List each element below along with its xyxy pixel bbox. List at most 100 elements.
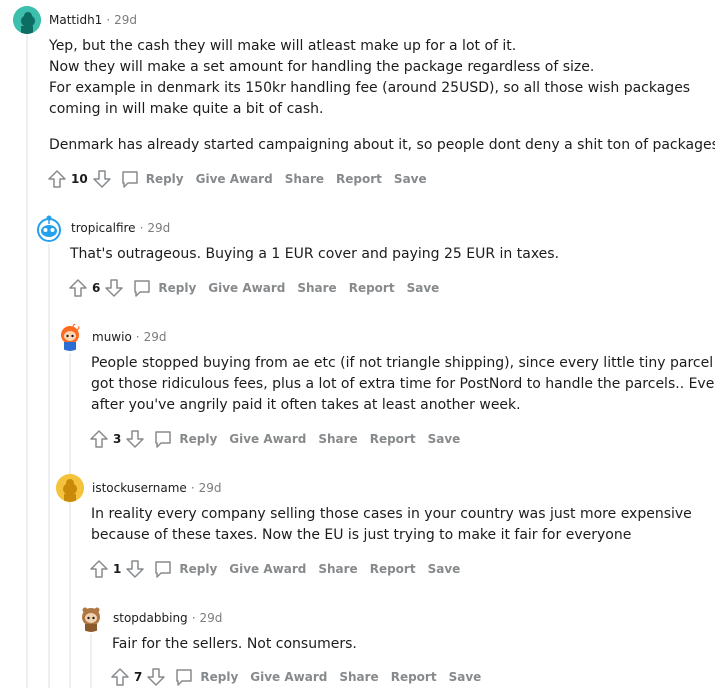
comment-author[interactable]: tropicalfire (71, 221, 136, 235)
vote-score: 6 (92, 281, 101, 295)
avatar[interactable] (35, 214, 63, 242)
comment-text-line: coming in will make quite a bit of cash. (49, 101, 324, 117)
comment-body: In reality every company selling those c… (91, 504, 692, 546)
avatar[interactable] (77, 604, 105, 632)
reply-label: Reply (179, 562, 218, 576)
save-button[interactable]: Save (428, 432, 461, 446)
downvote-icon[interactable] (92, 169, 112, 189)
comment-timestamp[interactable]: 29d (114, 13, 137, 27)
share-button[interactable]: Share (297, 281, 336, 295)
comment-actions: 3 Reply Give Award Share Report Save (89, 429, 460, 449)
comment-text-line: In reality every company selling those c… (91, 506, 692, 522)
avatar[interactable] (13, 6, 41, 34)
reply-button[interactable]: Reply (153, 429, 217, 449)
thread-line-level-3[interactable] (69, 504, 71, 688)
comment-actions: 1 Reply Give Award Share Report Save (89, 559, 460, 579)
comment-text-line: Yep, but the cash they will make will at… (49, 38, 517, 54)
thread-line-level-0[interactable] (26, 34, 28, 688)
comment-body: That's outrageous. Buying a 1 EUR cover … (70, 244, 559, 265)
reply-button[interactable]: Reply (120, 169, 184, 189)
vote-score: 1 (113, 562, 122, 576)
comment-timestamp[interactable]: 29d (200, 611, 223, 625)
comment-actions: 10 Reply Give Award Share Report Save (47, 169, 427, 189)
meta-separator: · (135, 330, 140, 344)
comment-timestamp[interactable]: 29d (199, 481, 222, 495)
upvote-icon[interactable] (89, 559, 109, 579)
reply-button[interactable]: Reply (174, 667, 238, 687)
give-award-button[interactable]: Give Award (229, 432, 306, 446)
speech-bubble-icon (132, 278, 152, 298)
comment-header: stopdabbing · 29d (77, 604, 222, 632)
speech-bubble-icon (174, 667, 194, 687)
give-award-button[interactable]: Give Award (196, 172, 273, 186)
comment-text-line: For example in denmark its 150kr handlin… (49, 80, 691, 96)
meta-separator: · (191, 611, 196, 625)
comment-text-line: Fair for the sellers. Not consumers. (112, 636, 357, 652)
report-button[interactable]: Report (370, 432, 416, 446)
report-button[interactable]: Report (370, 562, 416, 576)
reply-label: Reply (158, 281, 197, 295)
give-award-button[interactable]: Give Award (208, 281, 285, 295)
comment-header: tropicalfire · 29d (35, 214, 170, 242)
save-button[interactable]: Save (394, 172, 427, 186)
comment-body: People stopped buying from ae etc (if no… (91, 353, 715, 416)
comment-header: istockusername · 29d (56, 474, 222, 502)
comment-actions: 7 Reply Give Award Share Report Save (110, 667, 481, 687)
comment-author[interactable]: stopdabbing (113, 611, 188, 625)
meta-separator: · (106, 13, 111, 27)
downvote-icon[interactable] (104, 278, 124, 298)
share-button[interactable]: Share (318, 562, 357, 576)
comment-timestamp[interactable]: 29d (147, 221, 170, 235)
comment-header: muwio · 29d (56, 323, 167, 351)
report-button[interactable]: Report (349, 281, 395, 295)
vote-score: 10 (71, 172, 88, 186)
comment-text-line: after you've angrily paid it often takes… (91, 397, 521, 413)
comment-text-line: Now they will make a set amount for hand… (49, 59, 595, 75)
upvote-icon[interactable] (68, 278, 88, 298)
comment-text-line: People stopped buying from ae etc (if no… (91, 355, 714, 371)
save-button[interactable]: Save (449, 670, 482, 684)
comment-author[interactable]: istockusername (92, 481, 187, 495)
reply-label: Reply (179, 432, 218, 446)
upvote-icon[interactable] (110, 667, 130, 687)
save-button[interactable]: Save (428, 562, 461, 576)
upvote-icon[interactable] (89, 429, 109, 449)
speech-bubble-icon (153, 429, 173, 449)
vote-score: 7 (134, 670, 143, 684)
comment-actions: 6 Reply Give Award Share Report Save (68, 278, 439, 298)
upvote-icon[interactable] (47, 169, 67, 189)
comment-body: Fair for the sellers. Not consumers. (112, 634, 357, 655)
comment-text-line: got those ridiculous fees, plus a lot of… (91, 376, 715, 392)
thread-line-level-1[interactable] (48, 244, 50, 688)
thread-line-level-4[interactable] (90, 634, 92, 688)
save-button[interactable]: Save (407, 281, 440, 295)
vote-score: 3 (113, 432, 122, 446)
avatar[interactable] (56, 474, 84, 502)
reply-label: Reply (200, 670, 239, 684)
comment-author[interactable]: Mattidh1 (49, 13, 102, 27)
downvote-icon[interactable] (125, 429, 145, 449)
speech-bubble-icon (153, 559, 173, 579)
report-button[interactable]: Report (391, 670, 437, 684)
avatar[interactable] (56, 323, 84, 351)
reply-button[interactable]: Reply (132, 278, 196, 298)
speech-bubble-icon (120, 169, 140, 189)
give-award-button[interactable]: Give Award (250, 670, 327, 684)
comment-timestamp[interactable]: 29d (144, 330, 167, 344)
comment-author[interactable]: muwio (92, 330, 132, 344)
share-button[interactable]: Share (285, 172, 324, 186)
share-button[interactable]: Share (339, 670, 378, 684)
reply-label: Reply (145, 172, 184, 186)
downvote-icon[interactable] (125, 559, 145, 579)
meta-separator: · (190, 481, 195, 495)
report-button[interactable]: Report (336, 172, 382, 186)
give-award-button[interactable]: Give Award (229, 562, 306, 576)
meta-separator: · (139, 221, 144, 235)
comment-body: Yep, but the cash they will make will at… (49, 36, 715, 156)
comment-header: Mattidh1 · 29d (13, 6, 137, 34)
comment-text-line: because of these taxes. Now the EU is ju… (91, 527, 632, 543)
comment-text-line: That's outrageous. Buying a 1 EUR cover … (70, 246, 560, 262)
downvote-icon[interactable] (146, 667, 166, 687)
share-button[interactable]: Share (318, 432, 357, 446)
reply-button[interactable]: Reply (153, 559, 217, 579)
